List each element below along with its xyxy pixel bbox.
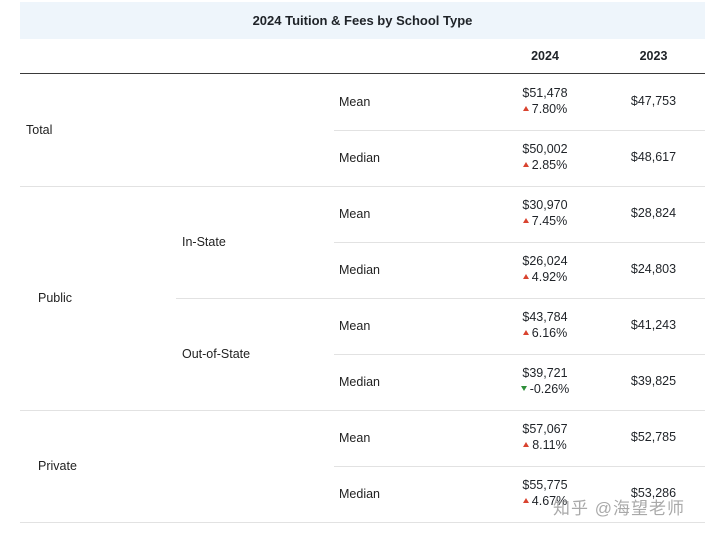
- divider-in-out-state: [176, 298, 705, 299]
- value-2024: $30,970 7.45%: [488, 197, 602, 230]
- up-arrow-icon: [522, 162, 529, 167]
- down-arrow-icon: [520, 386, 527, 391]
- value-2024: $50,002 2.85%: [488, 141, 602, 174]
- stat-label: Mean: [339, 319, 371, 333]
- up-arrow-icon: [522, 498, 529, 503]
- change: 6.16%: [488, 325, 602, 342]
- change-percent: 4.92%: [531, 270, 568, 284]
- value-2023: $48,617: [630, 150, 677, 164]
- change-percent: -0.26%: [529, 382, 570, 396]
- up-arrow-icon: [522, 218, 529, 223]
- column-header-2024: 2024: [531, 49, 559, 63]
- value-2024: $51,478 7.80%: [488, 85, 602, 118]
- stat-label: Median: [339, 487, 380, 501]
- value-2023: $24,803: [630, 262, 677, 276]
- change: -0.26%: [488, 381, 602, 398]
- change: 7.45%: [488, 213, 602, 230]
- up-arrow-icon: [522, 106, 529, 111]
- change: 2.85%: [488, 157, 602, 174]
- group-label-private: Private: [38, 459, 77, 473]
- value-2023: $41,243: [630, 318, 677, 332]
- row-divider: [334, 354, 705, 355]
- table-title: 2024 Tuition & Fees by School Type: [20, 2, 705, 39]
- group-label-public: Public: [38, 291, 73, 305]
- subgroup-label-out-of-state: Out-of-State: [182, 347, 251, 361]
- stat-label: Mean: [339, 207, 371, 221]
- stat-label: Median: [339, 375, 380, 389]
- row-divider: [334, 466, 705, 467]
- amount-2024: $55,775: [522, 478, 568, 492]
- row-divider: [334, 130, 705, 131]
- stat-label: Mean: [339, 95, 371, 109]
- change: 4.92%: [488, 269, 602, 286]
- amount-2024: $43,784: [522, 310, 568, 324]
- amount-2024: $30,970: [522, 198, 568, 212]
- change-percent: 2.85%: [531, 158, 568, 172]
- group-label-total: Total: [26, 123, 53, 137]
- amount-2024: $26,024: [522, 254, 568, 268]
- header-row: 2024 2023: [20, 39, 705, 74]
- up-arrow-icon: [523, 442, 530, 447]
- up-arrow-icon: [522, 274, 529, 279]
- amount-2024: $57,067: [522, 422, 568, 436]
- value-2023: $52,785: [630, 430, 677, 444]
- stat-label: Median: [339, 263, 380, 277]
- value-2024: $57,067 8.11%: [488, 421, 602, 454]
- amount-2024: $51,478: [522, 86, 568, 100]
- value-2024: $39,721 -0.26%: [488, 365, 602, 398]
- value-2023: $28,824: [630, 206, 677, 220]
- column-header-2023: 2023: [639, 49, 668, 63]
- change-percent: 7.80%: [531, 102, 568, 116]
- amount-2024: $39,721: [522, 366, 568, 380]
- subgroup-label-in-state: In-State: [182, 235, 226, 249]
- value-2023: $39,825: [630, 374, 677, 388]
- change: 8.11%: [488, 437, 602, 454]
- divider-bottom: [20, 522, 705, 523]
- value-2023: $47,753: [630, 94, 677, 108]
- up-arrow-icon: [522, 330, 529, 335]
- value-2024: $43,784 6.16%: [488, 309, 602, 342]
- change-percent: 6.16%: [531, 326, 568, 340]
- row-divider: [334, 242, 705, 243]
- change-percent: 8.11%: [532, 438, 567, 452]
- watermark: 知乎 @海望老师: [553, 499, 685, 518]
- change: 7.80%: [488, 101, 602, 118]
- value-2024: $26,024 4.92%: [488, 253, 602, 286]
- change-percent: 7.45%: [531, 214, 568, 228]
- stat-label: Mean: [339, 431, 371, 445]
- amount-2024: $50,002: [522, 142, 568, 156]
- stat-label: Median: [339, 151, 380, 165]
